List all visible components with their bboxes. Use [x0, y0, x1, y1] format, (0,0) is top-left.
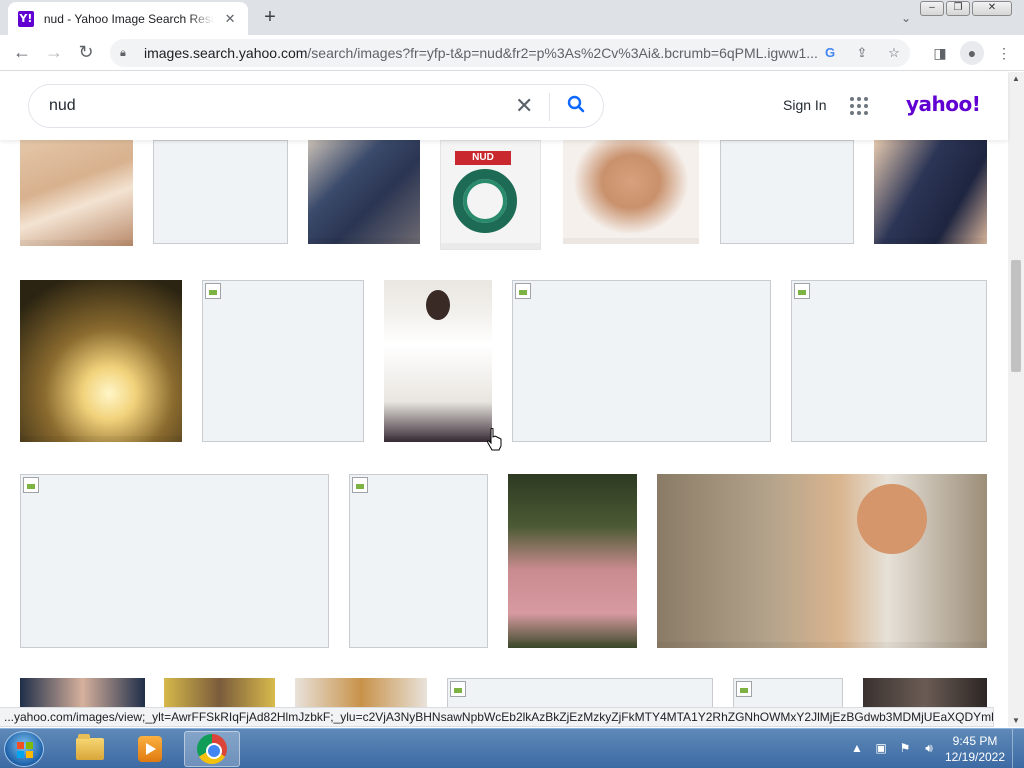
tab-title: nud - Yahoo Image Search Results	[43, 11, 215, 26]
new-tab-button[interactable]: +	[258, 6, 282, 30]
result-image-r4-1[interactable]	[20, 678, 145, 707]
result-image-r1-2[interactable]	[153, 140, 288, 244]
result-image-r1-4[interactable]: NUD	[440, 140, 541, 250]
google-lens-icon[interactable]: G	[820, 43, 840, 63]
url-host: images.search.yahoo.com	[144, 45, 308, 61]
profile-avatar-icon[interactable]: ●	[960, 41, 984, 65]
chrome-icon	[197, 734, 227, 764]
share-icon[interactable]: ⇪	[852, 43, 872, 63]
search-box[interactable]: nud ✕	[28, 84, 604, 128]
search-divider	[549, 93, 550, 121]
reload-icon[interactable]: ↻	[70, 37, 102, 69]
minimize-button[interactable]: –	[920, 1, 944, 16]
sign-in-link[interactable]: Sign In	[783, 97, 827, 113]
taskbar-file-explorer[interactable]	[62, 731, 118, 767]
star-icon[interactable]: ☆	[884, 43, 904, 63]
result-image-r4-3[interactable]	[295, 678, 427, 707]
maximize-button[interactable]: ❐	[946, 1, 970, 16]
tab-strip: Y! nud - Yahoo Image Search Results ✕ + …	[0, 0, 1024, 35]
show-desktop-button[interactable]	[1012, 729, 1024, 768]
network-icon[interactable]: ▣	[872, 739, 890, 757]
result-image-r4-6[interactable]	[863, 678, 987, 707]
image-results-grid: NUD	[0, 140, 1008, 707]
scroll-up-arrow-icon[interactable]: ▲	[1012, 74, 1020, 83]
scrollbar-thumb[interactable]	[1011, 260, 1021, 372]
apps-grid-icon[interactable]	[850, 97, 868, 115]
volume-icon[interactable]: 🔊︎	[920, 739, 938, 757]
lock-icon[interactable]: 🔒︎	[120, 47, 132, 59]
side-panel-icon[interactable]: ◨	[928, 41, 952, 65]
forward-arrow-icon[interactable]: →	[38, 37, 70, 69]
tab-yahoo-search[interactable]: Y! nud - Yahoo Image Search Results ✕	[8, 2, 248, 35]
clock-date: 12/19/2022	[944, 750, 1006, 764]
yahoo-header: nud ✕ Sign In yahoo!	[0, 72, 1008, 140]
clock-time: 9:45 PM	[952, 734, 998, 748]
hand-pointer-cursor-icon	[487, 428, 502, 451]
toolbar-right: ◨ ● ⋮	[920, 41, 1016, 65]
address-bar[interactable]: 🔒︎ images.search.yahoo.com/search/images…	[110, 39, 910, 67]
window-controls: – ❐ ✕	[918, 1, 1012, 16]
screen: Y! nud - Yahoo Image Search Results ✕ + …	[0, 0, 1024, 768]
result-image-r2-4[interactable]	[512, 280, 771, 442]
result-image-r2-1[interactable]	[20, 280, 182, 442]
action-center-icon[interactable]: ⚑	[896, 739, 914, 757]
system-tray: ▲ ▣ ⚑ 🔊︎	[842, 739, 938, 757]
result-image-r1-1[interactable]	[20, 140, 133, 246]
search-icon[interactable]	[567, 95, 585, 118]
close-window-button[interactable]: ✕	[972, 1, 1012, 16]
result-image-r2-3[interactable]	[384, 280, 492, 442]
url-text[interactable]: images.search.yahoo.com/search/images?fr…	[144, 45, 824, 61]
result-image-r4-2[interactable]	[164, 678, 275, 707]
result-image-r3-3[interactable]	[508, 474, 637, 648]
result-image-r4-4[interactable]	[447, 678, 713, 707]
folder-icon	[76, 734, 104, 760]
taskbar-chrome[interactable]	[184, 731, 240, 767]
windows-logo-icon	[17, 742, 33, 758]
yahoo-logo[interactable]: yahoo!	[906, 92, 981, 116]
clear-search-icon[interactable]: ✕	[515, 93, 533, 119]
omnibox-actions: G ⇪ ☆	[808, 43, 904, 63]
result-image-r3-2[interactable]	[349, 474, 488, 648]
show-hidden-icons-icon[interactable]: ▲	[848, 739, 866, 757]
scroll-down-arrow-icon[interactable]: ▼	[1012, 716, 1020, 725]
tab-close-icon[interactable]: ✕	[222, 11, 238, 27]
url-path: /search/images?fr=yfp-t&p=nud&fr2=p%3As%…	[307, 45, 818, 61]
result-image-r4-5[interactable]	[733, 678, 843, 707]
back-arrow-icon[interactable]: ←	[6, 37, 38, 69]
result-image-r2-2[interactable]	[202, 280, 364, 442]
result-image-r1-5[interactable]	[563, 140, 699, 244]
taskbar-media-player[interactable]	[122, 731, 178, 767]
menu-kebab-icon[interactable]: ⋮	[992, 41, 1016, 65]
result-image-r1-6[interactable]	[720, 140, 854, 244]
browser-toolbar: ← → ↻ 🔒︎ images.search.yahoo.com/search/…	[0, 35, 1024, 71]
result-image-r1-3[interactable]	[308, 140, 420, 244]
link-status-bubble: ...yahoo.com/images/view;_ylt=AwrFFSkRIq…	[0, 707, 994, 727]
search-input[interactable]: nud	[49, 97, 76, 115]
media-player-icon	[138, 736, 162, 762]
page-scrollbar[interactable]: ▲ ▼	[1008, 72, 1024, 727]
tab-search-chevron-icon[interactable]: ⌄	[896, 8, 916, 28]
result-image-r3-4[interactable]	[657, 474, 987, 648]
result-image-r2-5[interactable]	[791, 280, 987, 442]
yahoo-favicon-icon: Y!	[18, 10, 34, 27]
result-image-r3-1[interactable]	[20, 474, 329, 648]
nud-label: NUD	[455, 151, 511, 165]
start-button[interactable]	[4, 731, 44, 767]
result-image-r1-7[interactable]	[874, 140, 987, 244]
taskbar-clock[interactable]: 9:45 PM 12/19/2022	[940, 733, 1010, 765]
windows-taskbar: ▲ ▣ ⚑ 🔊︎ 9:45 PM 12/19/2022	[0, 728, 1024, 768]
